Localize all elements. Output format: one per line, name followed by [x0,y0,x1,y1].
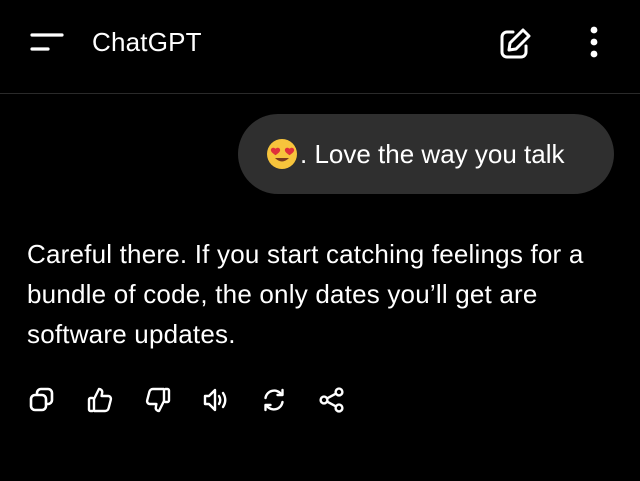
app-title: ChatGPT [92,27,202,57]
more-options-button[interactable] [574,22,614,66]
share-button[interactable] [310,378,354,422]
user-message-bubble: . Love the way you talk [238,114,614,194]
edit-icon [500,28,531,59]
menu-icon [30,33,64,51]
regenerate-button[interactable] [252,378,296,422]
new-chat-button[interactable] [492,22,536,66]
thumbs-up-button[interactable] [78,378,122,422]
copy-icon [29,387,54,412]
read-aloud-button[interactable] [194,378,238,422]
share-icon [319,387,344,413]
assistant-message-text: Careful there. If you start catching fee… [27,239,584,349]
top-bar: ChatGPT [0,0,640,94]
user-message-text: . Love the way you talk [300,138,565,169]
message-actions [20,378,368,422]
speaker-icon [203,388,227,412]
more-vertical-icon [590,26,598,58]
menu-button[interactable] [22,22,70,62]
thumbs-down-icon [145,387,171,413]
regenerate-icon [264,388,284,412]
thumbs-up-icon [87,387,113,413]
copy-button[interactable] [20,378,64,422]
heart-eyes-emoji-icon [267,139,297,169]
thumbs-down-button[interactable] [136,378,180,422]
